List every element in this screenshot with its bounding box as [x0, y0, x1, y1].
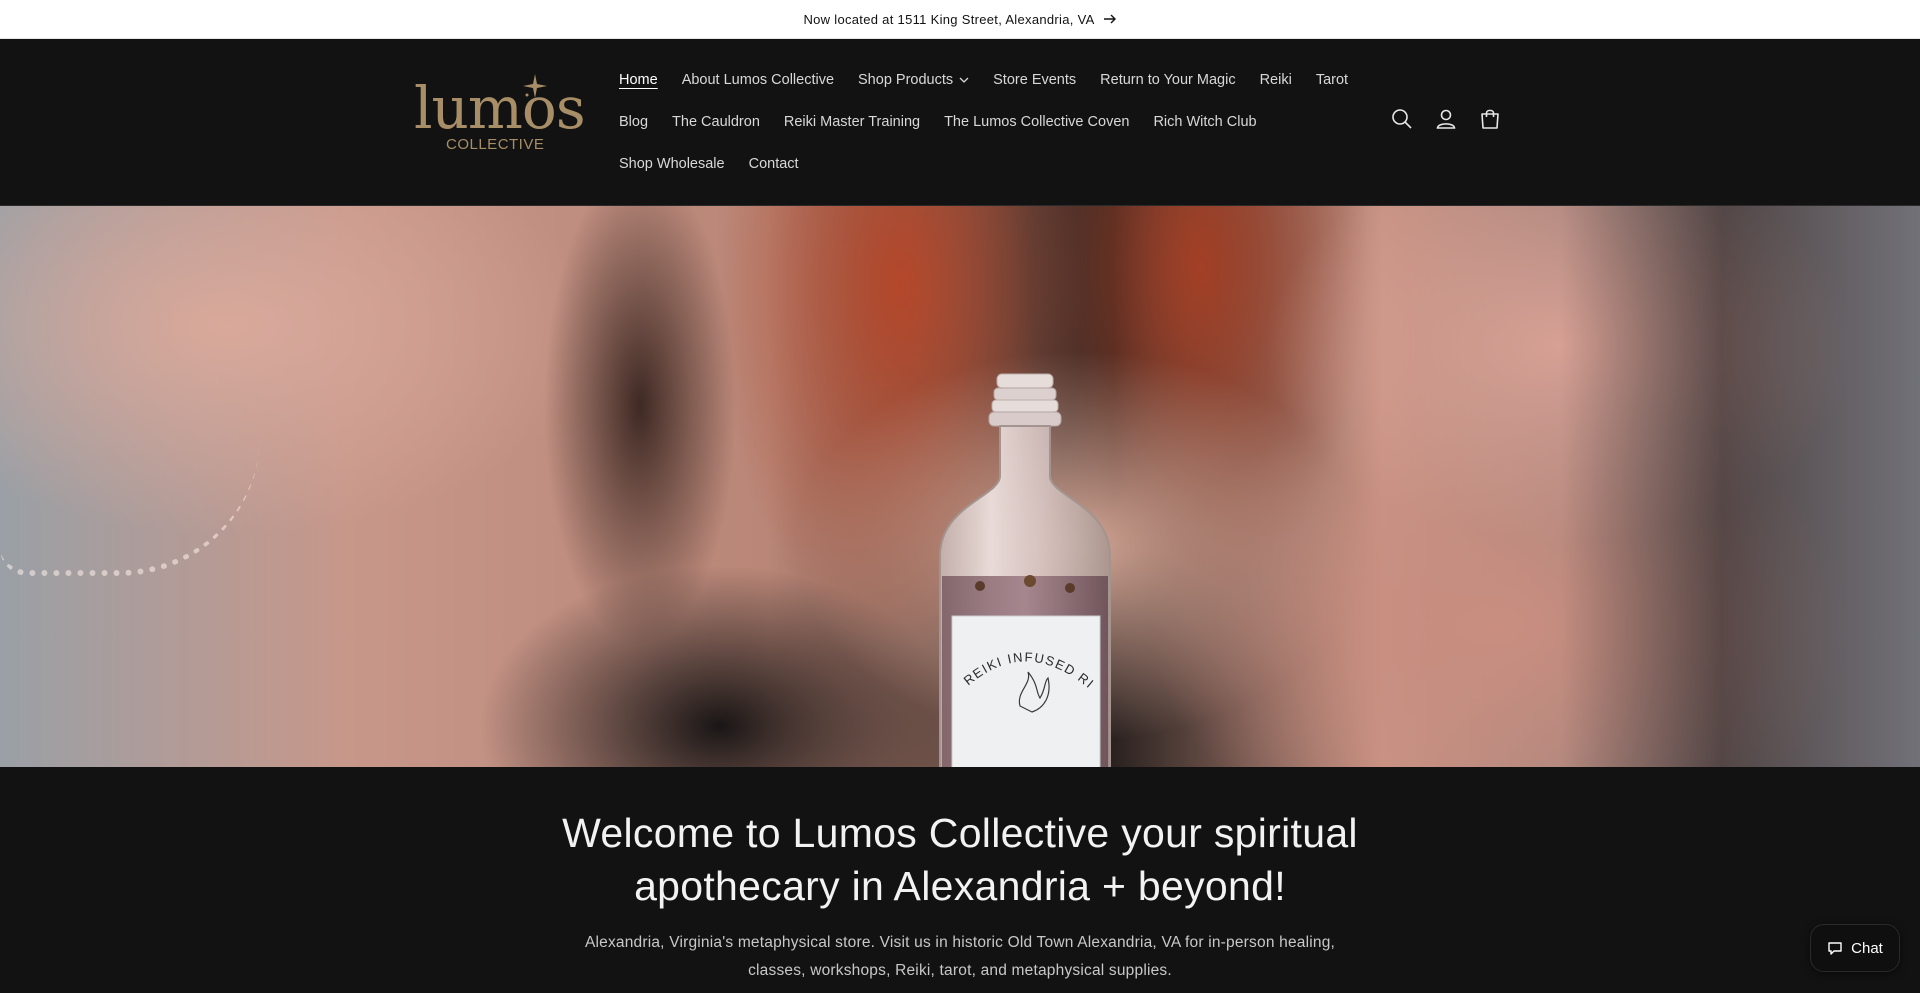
logo-wordmark: lumos: [414, 74, 586, 142]
main-navigation: Home About Lumos Collective Shop Product…: [619, 39, 1379, 206]
welcome-description: Alexandria, Virginia's metaphysical stor…: [584, 934, 1336, 979]
nav-item-reiki[interactable]: Reiki: [1260, 72, 1292, 88]
cart-icon[interactable]: [1478, 107, 1502, 131]
arrow-right-icon: [1103, 14, 1116, 24]
chevron-down-icon: [959, 77, 969, 83]
chat-label: Chat: [1851, 939, 1883, 957]
sparkle-icon: [523, 74, 547, 98]
nav-row: Shop Wholesale Contact: [619, 143, 799, 185]
nav-item-store-events[interactable]: Store Events: [993, 72, 1076, 88]
nav-item-about[interactable]: About Lumos Collective: [682, 72, 834, 88]
logo-subtitle: COLLECTIVE: [446, 136, 545, 153]
nav-row: Blog The Cauldron Reiki Master Training …: [619, 101, 1257, 143]
welcome-section: Welcome to Lumos Collective your spiritu…: [0, 767, 1920, 993]
necklace-detail: [0, 436, 260, 576]
nav-item-return-to-your-magic[interactable]: Return to Your Magic: [1100, 72, 1235, 88]
nav-item-home[interactable]: Home: [619, 72, 658, 88]
nav-item-the-cauldron[interactable]: The Cauldron: [672, 114, 760, 130]
site-logo[interactable]: lumos COLLECTIVE: [410, 74, 586, 169]
hero-image-shadow: [1560, 206, 1920, 767]
hero-image-shadow: [520, 206, 760, 767]
nav-row: Home About Lumos Collective Shop Product…: [619, 59, 1348, 101]
chat-bubble-icon: [1828, 942, 1842, 955]
account-icon[interactable]: [1434, 107, 1458, 131]
site-header: lumos COLLECTIVE Home About Lumos Collec…: [0, 39, 1920, 206]
ritual-oil-bottle-image: REIKI INFUSED RITUAL OIL: [920, 366, 1111, 767]
welcome-heading: Welcome to Lumos Collective your spiritu…: [562, 810, 1358, 909]
nav-item-tarot[interactable]: Tarot: [1316, 72, 1348, 88]
nav-item-shop-wholesale[interactable]: Shop Wholesale: [619, 156, 725, 172]
nav-item-shop-products[interactable]: Shop Products: [858, 72, 969, 88]
announcement-link[interactable]: Now located at 1511 King Street, Alexand…: [803, 12, 1116, 27]
announcement-text: Now located at 1511 King Street, Alexand…: [803, 11, 1095, 27]
search-icon[interactable]: [1390, 107, 1414, 131]
nav-item-contact[interactable]: Contact: [749, 156, 799, 172]
nav-item-reiki-master-training[interactable]: Reiki Master Training: [784, 114, 920, 130]
announcement-bar: Now located at 1511 King Street, Alexand…: [0, 0, 1920, 39]
chat-button[interactable]: Chat: [1810, 924, 1900, 972]
nav-item-rich-witch-club[interactable]: Rich Witch Club: [1153, 114, 1256, 130]
nav-item-label: Shop Products: [858, 72, 954, 88]
nav-item-blog[interactable]: Blog: [619, 114, 648, 130]
nav-item-coven[interactable]: The Lumos Collective Coven: [944, 114, 1129, 130]
header-icons: [1390, 107, 1502, 131]
hero-banner: REIKI INFUSED RITUAL OIL: [0, 206, 1920, 767]
